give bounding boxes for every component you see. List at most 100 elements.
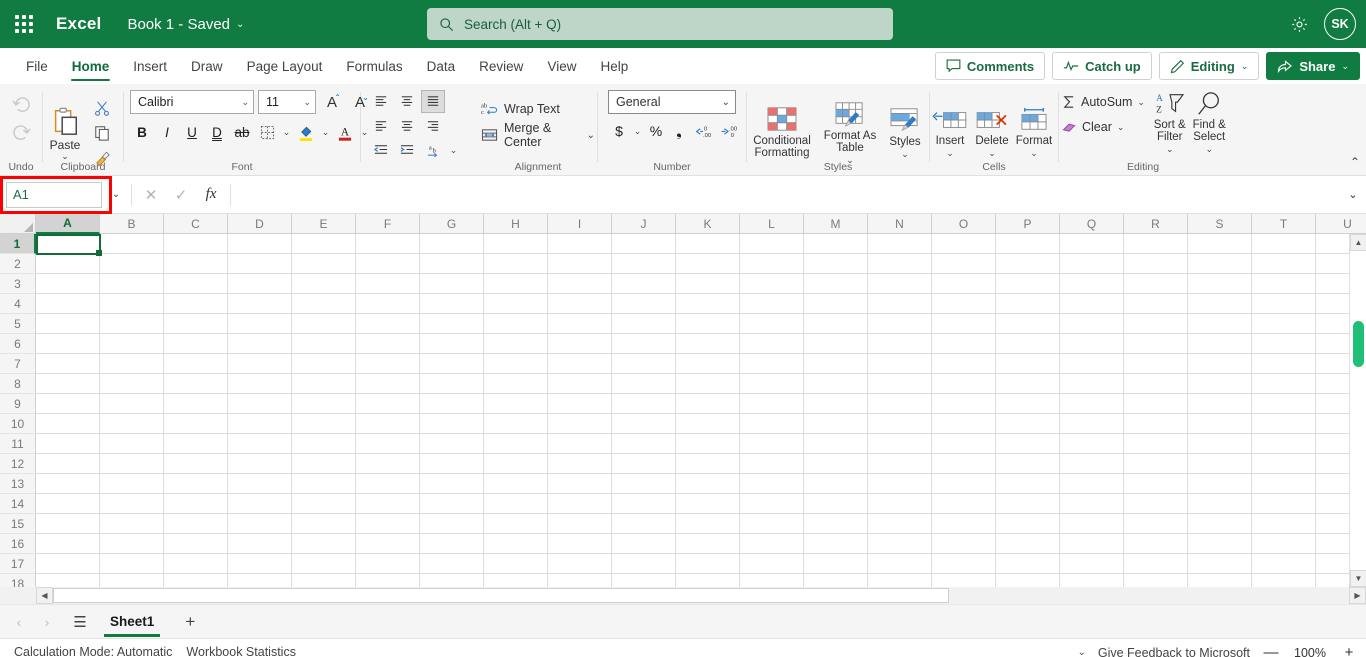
cell-K15[interactable] <box>676 514 740 534</box>
cell-D7[interactable] <box>228 354 292 374</box>
cell-T9[interactable] <box>1252 394 1316 414</box>
cell-O6[interactable] <box>932 334 996 354</box>
cell-F2[interactable] <box>356 254 420 274</box>
cell-D6[interactable] <box>228 334 292 354</box>
cell-A10[interactable] <box>36 414 100 434</box>
cell-A4[interactable] <box>36 294 100 314</box>
row-header-12[interactable]: 12 <box>0 454 36 474</box>
cell-R14[interactable] <box>1124 494 1188 514</box>
cell-O14[interactable] <box>932 494 996 514</box>
cell-H2[interactable] <box>484 254 548 274</box>
cell-R3[interactable] <box>1124 274 1188 294</box>
cell-N18[interactable] <box>868 574 932 587</box>
cell-B10[interactable] <box>100 414 164 434</box>
cell-H4[interactable] <box>484 294 548 314</box>
cell-A17[interactable] <box>36 554 100 574</box>
cell-M14[interactable] <box>804 494 868 514</box>
cell-O16[interactable] <box>932 534 996 554</box>
cell-A11[interactable] <box>36 434 100 454</box>
row-header-18[interactable]: 18 <box>0 574 36 587</box>
cell-H12[interactable] <box>484 454 548 474</box>
cell-R2[interactable] <box>1124 254 1188 274</box>
cell-F4[interactable] <box>356 294 420 314</box>
cell-M13[interactable] <box>804 474 868 494</box>
cell-G1[interactable] <box>420 234 484 254</box>
cell-C8[interactable] <box>164 374 228 394</box>
cell-M1[interactable] <box>804 234 868 254</box>
cell-M5[interactable] <box>804 314 868 334</box>
cell-C13[interactable] <box>164 474 228 494</box>
cell-P12[interactable] <box>996 454 1060 474</box>
cell-Q2[interactable] <box>1060 254 1124 274</box>
cell-E7[interactable] <box>292 354 356 374</box>
cell-F12[interactable] <box>356 454 420 474</box>
insert-function-icon[interactable]: fx <box>196 182 226 208</box>
cell-P16[interactable] <box>996 534 1060 554</box>
bold-button[interactable]: B <box>130 120 154 144</box>
cell-P4[interactable] <box>996 294 1060 314</box>
cell-C11[interactable] <box>164 434 228 454</box>
cell-K14[interactable] <box>676 494 740 514</box>
cell-R17[interactable] <box>1124 554 1188 574</box>
align-middle-button[interactable] <box>395 90 419 113</box>
workbook-statistics-status[interactable]: Workbook Statistics <box>186 645 296 657</box>
column-header-S[interactable]: S <box>1188 214 1252 234</box>
cell-L3[interactable] <box>740 274 804 294</box>
cell-G12[interactable] <box>420 454 484 474</box>
cell-R5[interactable] <box>1124 314 1188 334</box>
cell-O9[interactable] <box>932 394 996 414</box>
cell-J13[interactable] <box>612 474 676 494</box>
cell-D13[interactable] <box>228 474 292 494</box>
cell-K13[interactable] <box>676 474 740 494</box>
catch-up-button[interactable]: Catch up <box>1052 52 1152 80</box>
cell-H7[interactable] <box>484 354 548 374</box>
cell-H5[interactable] <box>484 314 548 334</box>
cell-O11[interactable] <box>932 434 996 454</box>
cell-K4[interactable] <box>676 294 740 314</box>
cell-N16[interactable] <box>868 534 932 554</box>
chevron-down-icon[interactable]: ⌄ <box>319 120 332 144</box>
cell-L7[interactable] <box>740 354 804 374</box>
cell-I14[interactable] <box>548 494 612 514</box>
cell-P10[interactable] <box>996 414 1060 434</box>
column-header-T[interactable]: T <box>1252 214 1316 234</box>
comma-style-button[interactable]: ❟ <box>668 119 690 143</box>
cell-E8[interactable] <box>292 374 356 394</box>
cell-G10[interactable] <box>420 414 484 434</box>
cell-K16[interactable] <box>676 534 740 554</box>
cell-N9[interactable] <box>868 394 932 414</box>
cell-K3[interactable] <box>676 274 740 294</box>
conditional-formatting-button[interactable]: Conditional Formatting <box>747 105 817 159</box>
cell-D5[interactable] <box>228 314 292 334</box>
cell-D15[interactable] <box>228 514 292 534</box>
enter-formula-icon[interactable]: ✓ <box>166 182 196 208</box>
redo-button[interactable] <box>6 118 36 146</box>
format-as-table-button[interactable]: Format As Table ⌄ <box>821 100 879 165</box>
cell-F11[interactable] <box>356 434 420 454</box>
cell-S8[interactable] <box>1188 374 1252 394</box>
cell-O18[interactable] <box>932 574 996 587</box>
cell-H11[interactable] <box>484 434 548 454</box>
cell-L4[interactable] <box>740 294 804 314</box>
italic-button[interactable]: I <box>155 120 179 144</box>
column-header-U[interactable]: U <box>1316 214 1366 234</box>
percent-button[interactable]: % <box>645 119 667 143</box>
cell-O8[interactable] <box>932 374 996 394</box>
name-box-dropdown-icon[interactable]: ⌄ <box>105 182 127 208</box>
cell-L10[interactable] <box>740 414 804 434</box>
cell-H13[interactable] <box>484 474 548 494</box>
cell-G16[interactable] <box>420 534 484 554</box>
increase-indent-button[interactable] <box>395 138 419 161</box>
cell-C3[interactable] <box>164 274 228 294</box>
cell-Q17[interactable] <box>1060 554 1124 574</box>
cell-M10[interactable] <box>804 414 868 434</box>
cell-G18[interactable] <box>420 574 484 587</box>
scroll-down-button[interactable]: ▼ <box>1350 570 1366 587</box>
cell-K5[interactable] <box>676 314 740 334</box>
text-orientation-button[interactable]: ab <box>421 138 445 161</box>
chevron-down-icon[interactable]: ⌄ <box>631 119 644 143</box>
cell-L16[interactable] <box>740 534 804 554</box>
row-header-17[interactable]: 17 <box>0 554 36 574</box>
tab-file[interactable]: File <box>14 48 60 84</box>
cell-C1[interactable] <box>164 234 228 254</box>
